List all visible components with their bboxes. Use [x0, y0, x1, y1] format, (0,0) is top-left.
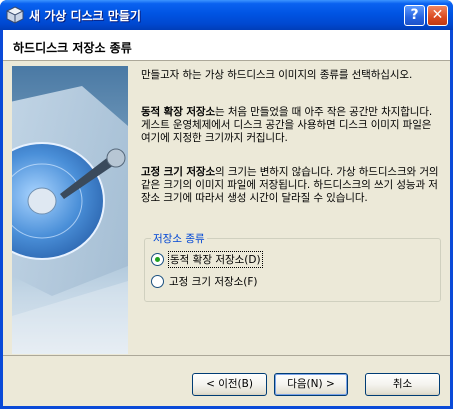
fixed-storage-option[interactable]: 고정 크기 저장소(F): [151, 274, 258, 289]
dynamic-storage-option[interactable]: 동적 확장 저장소(D): [151, 251, 263, 268]
intro-text: 만들고자 하는 가상 하드디스크 이미지의 종류를 선택하십시오.: [141, 69, 413, 81]
dynamic-storage-radio[interactable]: [151, 253, 164, 266]
button-bar: < 이전(B) 다음(N) > 취소: [3, 355, 450, 406]
wizard-window: 새 가상 디스크 만들기 ? ✕ 하드디스크 저장소 종류 만들고자 하는 가상…: [0, 0, 453, 409]
fixed-storage-radio[interactable]: [151, 275, 164, 288]
cancel-button[interactable]: 취소: [365, 373, 440, 396]
page-header: 하드디스크 저장소 종류: [3, 30, 450, 61]
fixed-description: 고정 크기 저장소의 크기는 변하지 않습니다. 가상 하드디스크와 거의 같은…: [141, 166, 441, 205]
dialog-body: 하드디스크 저장소 종류 만들고자 하는 가상 하드디스크 이미지의 종류를 선…: [3, 30, 450, 406]
dynamic-description: 동적 확장 저장소는 처음 만들었을 때 아주 작은 공간만 차지합니다. 게스…: [141, 106, 441, 145]
dynamic-term: 동적 확장 저장소: [141, 106, 216, 118]
storage-type-label: 저장소 종류: [151, 231, 207, 246]
close-button[interactable]: ✕: [427, 5, 448, 26]
next-button[interactable]: 다음(N) >: [274, 373, 348, 396]
hard-disk-illustration: [12, 66, 128, 354]
window-title: 새 가상 디스크 만들기: [29, 9, 141, 23]
storage-type-group: [144, 238, 441, 302]
page-title: 하드디스크 저장소 종류: [13, 41, 132, 55]
title-bar[interactable]: 새 가상 디스크 만들기 ? ✕: [0, 0, 453, 30]
back-button[interactable]: < 이전(B): [192, 373, 267, 396]
help-button[interactable]: ?: [404, 5, 425, 26]
fixed-term: 고정 크기 저장소: [141, 166, 216, 178]
dynamic-storage-label[interactable]: 동적 확장 저장소(D): [168, 251, 263, 268]
fixed-storage-label[interactable]: 고정 크기 저장소(F): [169, 274, 258, 289]
virtualbox-icon: [6, 6, 24, 24]
